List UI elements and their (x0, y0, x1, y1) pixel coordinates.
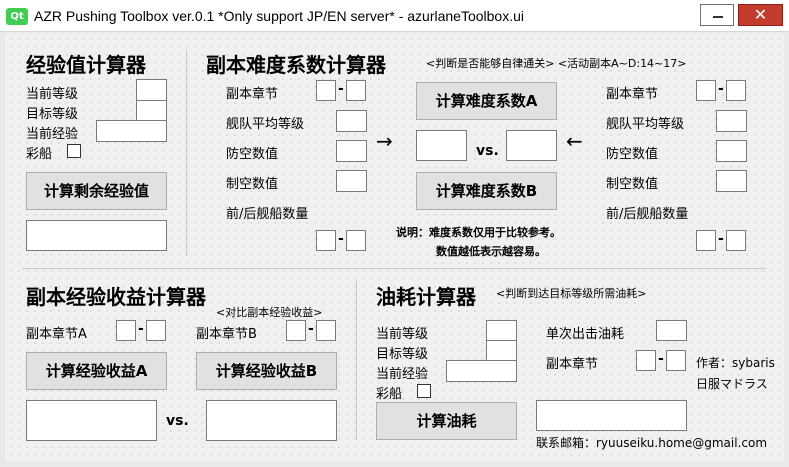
exp-rainbow-label: 彩船 (26, 147, 53, 162)
yield-chapter-a-dash: - (138, 321, 144, 337)
diff-a-chapter-minor-input[interactable] (346, 80, 366, 101)
diff-a-ships-dash: - (338, 231, 344, 247)
diff-b-back-ships-input[interactable] (726, 230, 746, 251)
diff-a-chapter-major-input[interactable] (316, 80, 336, 101)
diff-b-aa-label: 防空数值 (606, 147, 659, 162)
oil-result-output (536, 400, 687, 431)
yield-chapter-b-label: 副本章节B (196, 327, 257, 342)
oil-note: <判断到达目标等级所需油耗> (496, 287, 647, 300)
oil-rainbow-checkbox[interactable] (417, 384, 431, 398)
close-button[interactable]: ✕ (738, 4, 783, 26)
exp-target-level-label: 目标等级 (26, 107, 79, 122)
yield-chapter-b-major-input[interactable] (286, 320, 306, 341)
diff-b-ships-label: 前/后舰船数量 (606, 207, 689, 222)
oil-chapter-major-input[interactable] (636, 350, 656, 371)
exp-result-output (26, 220, 167, 251)
yield-a-result (26, 400, 157, 441)
minimize-icon (713, 16, 723, 18)
exp-current-level-input[interactable] (136, 79, 167, 101)
separator-vertical-top (186, 50, 187, 256)
diff-b-ships-dash: - (718, 231, 724, 247)
oil-single-cost-label: 单次出击油耗 (546, 327, 625, 342)
oil-chapter-minor-input[interactable] (666, 350, 686, 371)
diff-b-air-input[interactable] (716, 170, 747, 192)
diff-a-back-ships-input[interactable] (346, 230, 366, 251)
exp-current-exp-input[interactable] (96, 120, 167, 142)
diff-a-front-ships-input[interactable] (316, 230, 336, 251)
diff-b-chapter-dash: - (718, 81, 724, 97)
calc-yield-a-button[interactable]: 计算经验收益A (26, 352, 167, 390)
yield-title: 副本经验收益计算器 (26, 285, 206, 309)
difficulty-a-result (416, 130, 467, 161)
calc-difficulty-b-button[interactable]: 计算难度系数B (416, 172, 557, 210)
window-title: AZR Pushing Toolbox ver.0.1 *Only suppor… (34, 8, 524, 24)
oil-current-level-label: 当前等级 (376, 327, 429, 342)
separator-vertical-bottom (356, 280, 357, 440)
difficulty-explain-1: 说明：难度系数仅用于比较参考。 (396, 226, 561, 239)
diff-a-chapter-dash: - (338, 81, 344, 97)
difficulty-vs-label: vs. (476, 143, 499, 159)
yield-note: <对比副本经验收益> (216, 306, 323, 319)
diff-a-aa-label: 防空数值 (226, 147, 279, 162)
diff-b-aa-input[interactable] (716, 140, 747, 162)
oil-chapter-dash: - (658, 351, 664, 367)
diff-a-avg-level-label: 舰队平均等级 (226, 117, 305, 132)
difficulty-b-result (506, 130, 557, 161)
oil-current-exp-label: 当前经验 (376, 367, 429, 382)
exp-calc-title: 经验值计算器 (26, 53, 146, 77)
diff-b-chapter-major-input[interactable] (696, 80, 716, 101)
diff-a-chapter-label: 副本章节 (226, 87, 279, 102)
qt-logo-icon: Qt (6, 8, 28, 25)
diff-a-air-input[interactable] (336, 170, 367, 192)
server-label: 日服マドラス (696, 377, 768, 391)
diff-a-ships-label: 前/后舰船数量 (226, 207, 309, 222)
diff-b-avg-level-input[interactable] (716, 110, 747, 132)
oil-chapter-label: 副本章节 (546, 357, 599, 372)
difficulty-note: <判断是否能够自律通关> <活动副本A~D:14~17> (426, 57, 687, 70)
minimize-button[interactable] (700, 4, 734, 26)
separator-horizontal (22, 268, 766, 269)
calc-yield-b-button[interactable]: 计算经验收益B (196, 352, 337, 390)
arrow-right-icon: → (376, 129, 393, 153)
calc-oil-button[interactable]: 计算油耗 (376, 402, 517, 440)
oil-title: 油耗计算器 (376, 285, 476, 309)
oil-target-level-label: 目标等级 (376, 347, 429, 362)
author-label: 作者：sybaris (696, 356, 775, 370)
calc-remaining-exp-button[interactable]: 计算剩余经验值 (26, 172, 167, 210)
yield-chapter-b-minor-input[interactable] (316, 320, 336, 341)
diff-a-air-label: 制空数值 (226, 177, 279, 192)
diff-b-front-ships-input[interactable] (696, 230, 716, 251)
yield-chapter-a-minor-input[interactable] (146, 320, 166, 341)
arrow-left-icon: ← (566, 129, 583, 153)
diff-b-chapter-minor-input[interactable] (726, 80, 746, 101)
diff-a-aa-input[interactable] (336, 140, 367, 162)
oil-current-level-input[interactable] (486, 320, 517, 341)
exp-current-exp-label: 当前经验 (26, 127, 79, 142)
yield-chapter-b-dash: - (308, 321, 314, 337)
exp-rainbow-checkbox[interactable] (67, 144, 81, 158)
oil-rainbow-label: 彩船 (376, 387, 403, 402)
difficulty-explain-2: 数值越低表示越容易。 (436, 245, 546, 258)
exp-target-level-input[interactable] (136, 100, 167, 121)
yield-vs-label: vs. (166, 413, 189, 429)
yield-chapter-a-major-input[interactable] (116, 320, 136, 341)
calc-difficulty-a-button[interactable]: 计算难度系数A (416, 82, 557, 120)
oil-target-level-input[interactable] (486, 340, 517, 361)
exp-current-level-label: 当前等级 (26, 87, 79, 102)
close-icon: ✕ (753, 5, 768, 24)
diff-b-chapter-label: 副本章节 (606, 87, 659, 102)
diff-b-avg-level-label: 舰队平均等级 (606, 117, 685, 132)
yield-chapter-a-label: 副本章节A (26, 327, 87, 342)
yield-b-result (206, 400, 337, 441)
diff-a-avg-level-input[interactable] (336, 110, 367, 132)
contact-email: 联系邮箱：ryuuseiku.home@gmail.com (536, 436, 768, 450)
oil-current-exp-input[interactable] (446, 360, 517, 382)
oil-single-cost-input[interactable] (656, 320, 687, 341)
diff-b-air-label: 制空数值 (606, 177, 659, 192)
difficulty-title: 副本难度系数计算器 (206, 53, 386, 77)
